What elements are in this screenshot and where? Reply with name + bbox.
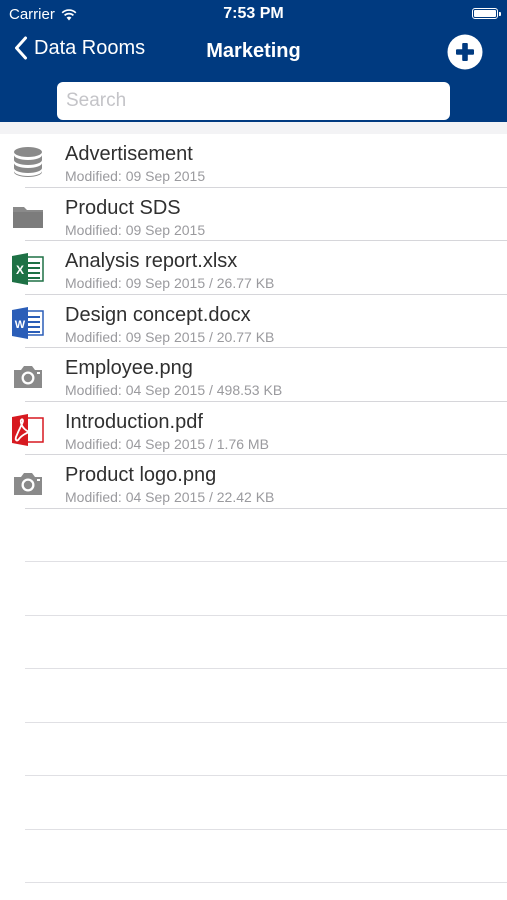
- list-item[interactable]: Introduction.pdf Modified: 04 Sep 2015 /…: [0, 402, 507, 456]
- back-button-label: Data Rooms: [34, 36, 146, 59]
- file-meta: Modified: 09 Sep 2015 / 20.77 KB: [65, 328, 275, 345]
- list-top-spacer: [0, 122, 507, 134]
- file-name: Advertisement: [65, 143, 193, 165]
- back-button[interactable]: Data Rooms: [14, 36, 145, 60]
- file-meta: Modified: 09 Sep 2015: [65, 221, 206, 238]
- list-item[interactable]: Product logo.png Modified: 04 Sep 2015 /…: [0, 455, 507, 509]
- list-item[interactable]: Product SDS Modified: 09 Sep 2015: [0, 188, 507, 242]
- empty-row: [0, 562, 507, 616]
- list-item[interactable]: Advertisement Modified: 09 Sep 2015: [0, 134, 507, 188]
- svg-text:W: W: [15, 319, 26, 331]
- file-name: Product SDS: [65, 196, 181, 219]
- file-name: Introduction.pdf: [65, 410, 203, 433]
- empty-row: [0, 669, 507, 723]
- add-button[interactable]: [447, 34, 483, 70]
- svg-text:X: X: [16, 263, 24, 277]
- status-bar: Carrier 7:53 PM: [0, 0, 507, 28]
- nav-header: Carrier 7:53 PM Data Rooms Marketing: [0, 0, 507, 122]
- word-icon: W: [12, 306, 44, 339]
- file-name: Design concept.docx: [65, 303, 251, 326]
- list-item[interactable]: X Analysis report.xlsx Modified: 09 Sep …: [0, 241, 507, 295]
- file-name: Analysis report.xlsx: [65, 250, 238, 272]
- file-name: Product logo.png: [65, 464, 217, 486]
- file-meta: Modified: 04 Sep 2015 / 22.42 KB: [65, 489, 275, 505]
- list-item[interactable]: Employee.png Modified: 04 Sep 2015 / 498…: [0, 348, 507, 402]
- empty-row: [0, 776, 507, 830]
- file-name: Employee.png: [65, 357, 193, 379]
- empty-row: [0, 830, 507, 884]
- file-meta: Modified: 09 Sep 2015: [65, 168, 206, 184]
- empty-row: [0, 616, 507, 670]
- camera-icon: [14, 366, 42, 388]
- list-item[interactable]: W Design concept.docx Modified: 09 Sep 2…: [0, 295, 507, 349]
- battery-icon: [472, 8, 501, 19]
- empty-row: [0, 723, 507, 777]
- camera-icon: [14, 473, 42, 495]
- excel-icon: X: [12, 253, 44, 285]
- empty-row: [0, 509, 507, 563]
- pdf-icon: [12, 413, 44, 446]
- chevron-left-icon: [15, 36, 27, 60]
- nav-bar: Data Rooms Marketing: [0, 30, 507, 76]
- file-meta: Modified: 04 Sep 2015 / 1.76 MB: [65, 435, 269, 452]
- status-time: 7:53 PM: [223, 5, 284, 22]
- database-icon: [14, 147, 42, 177]
- folder-icon: [13, 206, 43, 228]
- search-input[interactable]: [57, 82, 450, 120]
- file-list: Advertisement Modified: 09 Sep 2015 Prod…: [0, 122, 507, 900]
- file-meta: Modified: 09 Sep 2015 / 26.77 KB: [65, 275, 275, 291]
- search-bar: [57, 82, 450, 120]
- file-meta: Modified: 04 Sep 2015 / 498.53 KB: [65, 382, 283, 398]
